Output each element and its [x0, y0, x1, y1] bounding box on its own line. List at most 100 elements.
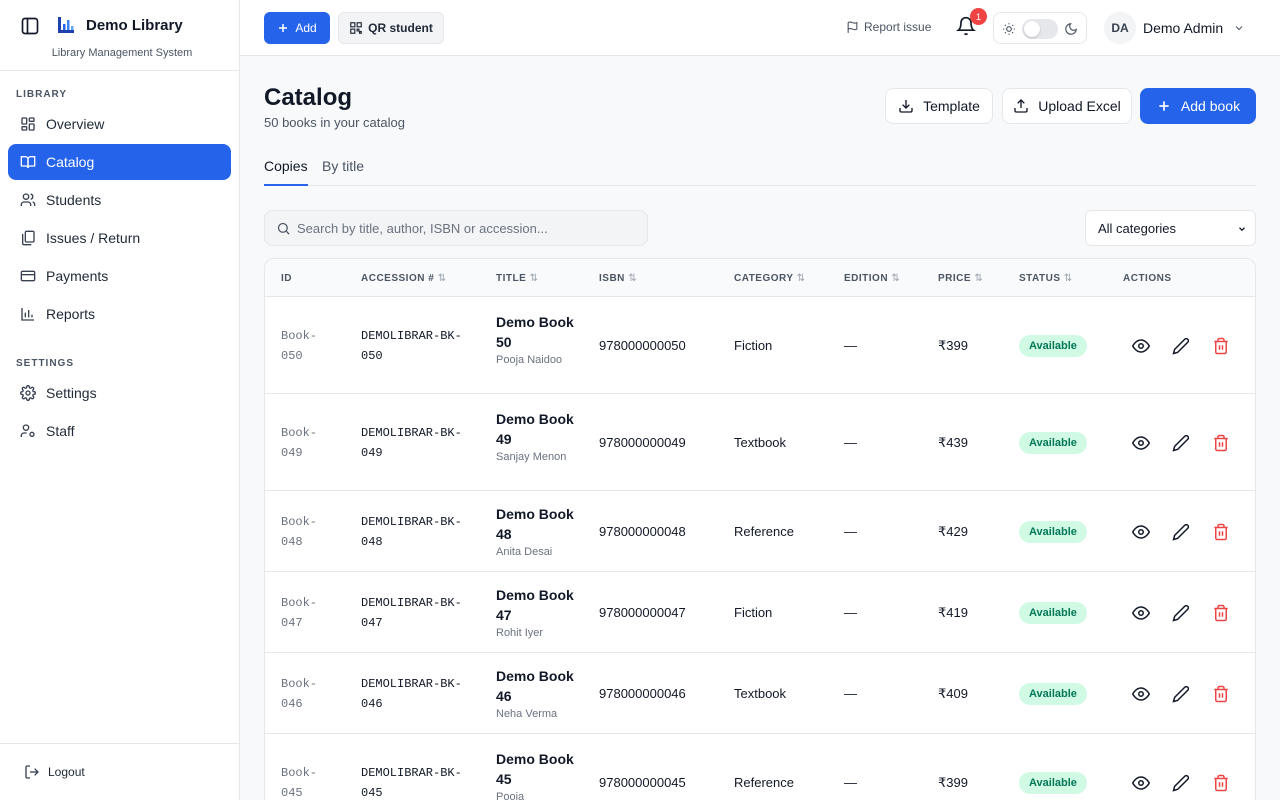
- tab-by-title[interactable]: By title: [322, 158, 364, 186]
- column-header-accession[interactable]: ACCESSION # ⇅: [361, 273, 446, 284]
- sidebar-item-issues-return[interactable]: Issues / Return: [8, 220, 231, 256]
- upload-icon: [1013, 98, 1038, 114]
- book-author: Anita Desai: [496, 546, 553, 558]
- qr-student-label: QR student: [368, 21, 433, 35]
- logout-button[interactable]: Logout: [0, 743, 239, 800]
- book-title[interactable]: Demo Book 48: [496, 504, 586, 544]
- edit-icon[interactable]: [1172, 774, 1190, 792]
- column-header-edition[interactable]: EDITION ⇅: [844, 273, 900, 284]
- book-title[interactable]: Demo Book 45: [496, 749, 586, 789]
- user-name[interactable]: Demo Admin: [1143, 20, 1223, 36]
- delete-icon[interactable]: [1212, 685, 1230, 703]
- book-title-cell: Demo Book 50 Pooja Naidoo: [496, 312, 586, 368]
- add-label: Add: [295, 21, 317, 35]
- chevron-down-icon[interactable]: [1233, 22, 1245, 34]
- table-row: Book-047 DEMOLIBRAR-BK-047 Demo Book 47 Roh…: [265, 572, 1255, 653]
- qr-code-icon: [349, 21, 368, 35]
- column-header-id: ID: [281, 273, 292, 284]
- delete-icon[interactable]: [1212, 774, 1230, 792]
- delete-icon[interactable]: [1212, 434, 1230, 452]
- sidebar-brand: Demo Library Library Management System: [0, 0, 239, 71]
- edit-icon[interactable]: [1172, 434, 1190, 452]
- edit-icon[interactable]: [1172, 685, 1190, 703]
- status-badge: Available: [1019, 521, 1087, 543]
- theme-switch[interactable]: [1022, 19, 1058, 39]
- book-id: Book-048: [281, 515, 318, 549]
- sidebar-toggle-icon[interactable]: [20, 16, 40, 36]
- delete-icon[interactable]: [1212, 604, 1230, 622]
- page-subtitle: 50 books in your catalog: [264, 115, 405, 130]
- sidebar-item-settings[interactable]: Settings: [8, 375, 231, 411]
- sun-icon: [1002, 22, 1016, 36]
- logout-label: Logout: [48, 765, 85, 779]
- view-icon[interactable]: [1132, 523, 1150, 541]
- sidebar-item-staff[interactable]: Staff: [8, 413, 231, 449]
- edit-icon[interactable]: [1172, 523, 1190, 541]
- book-title[interactable]: Demo Book 49: [496, 409, 586, 449]
- upload-excel-button[interactable]: Upload Excel: [1002, 88, 1132, 124]
- credit-card-icon: [20, 268, 46, 284]
- search-input[interactable]: [297, 212, 637, 244]
- avatar[interactable]: DA: [1104, 12, 1136, 44]
- plus-icon: [277, 22, 295, 34]
- library-logo-icon: [56, 15, 76, 35]
- category: Fiction: [734, 605, 773, 620]
- category: Fiction: [734, 338, 773, 353]
- view-icon[interactable]: [1132, 685, 1150, 703]
- view-icon[interactable]: [1132, 604, 1150, 622]
- edition: —: [844, 686, 857, 701]
- book-author: Pooja Naidoo: [496, 354, 563, 366]
- category: Reference: [734, 775, 794, 790]
- table-row: Book-050 DEMOLIBRAR-BK-050 Demo Book 50 Poo…: [265, 297, 1255, 394]
- sidebar-item-reports[interactable]: Reports: [8, 296, 231, 332]
- category: Textbook: [734, 435, 787, 450]
- table-row: Book-046 DEMOLIBRAR-BK-046 Demo Book 46 Neh…: [265, 653, 1255, 734]
- download-icon: [898, 98, 923, 114]
- edit-icon[interactable]: [1172, 337, 1190, 355]
- sidebar-item-catalog[interactable]: Catalog: [8, 144, 231, 180]
- isbn: 978000000049: [599, 435, 686, 450]
- view-icon[interactable]: [1132, 434, 1150, 452]
- sidebar-item-students[interactable]: Students: [8, 182, 231, 218]
- template-button[interactable]: Template: [885, 88, 993, 124]
- column-header-status[interactable]: STATUS ⇅: [1019, 273, 1073, 284]
- book-title[interactable]: Demo Book 46: [496, 666, 586, 706]
- delete-icon[interactable]: [1212, 523, 1230, 541]
- table-row: Book-045 DEMOLIBRAR-BK-045 Demo Book 45 Poo…: [265, 734, 1255, 800]
- edition: —: [844, 605, 857, 620]
- search-box: [264, 210, 648, 246]
- qr-student-button[interactable]: QR student: [338, 12, 444, 44]
- column-header-price[interactable]: PRICE ⇅: [938, 273, 983, 284]
- edit-icon[interactable]: [1172, 604, 1190, 622]
- book-title-cell: Demo Book 47 Rohit Iyer: [496, 585, 586, 641]
- book-title[interactable]: Demo Book 47: [496, 585, 586, 625]
- category-select[interactable]: All categories: [1085, 210, 1256, 246]
- book-author: Sanjay Menon: [496, 451, 567, 463]
- price: ₹439: [938, 435, 968, 450]
- sort-icon: ⇅: [1063, 273, 1073, 284]
- gear-icon: [20, 385, 46, 401]
- table-header: ID ACCESSION # ⇅ TITLE ⇅ ISBN ⇅ CATEGORY…: [265, 259, 1255, 297]
- add-button[interactable]: Add: [264, 12, 330, 44]
- column-header-category[interactable]: CATEGORY ⇅: [734, 273, 806, 284]
- book-id: Book-050: [281, 329, 318, 363]
- tab-copies[interactable]: Copies: [264, 158, 308, 186]
- add-book-button[interactable]: Add book: [1140, 88, 1256, 124]
- column-header-title[interactable]: TITLE ⇅: [496, 273, 538, 284]
- status-badge: Available: [1019, 602, 1087, 624]
- view-icon[interactable]: [1132, 337, 1150, 355]
- delete-icon[interactable]: [1212, 337, 1230, 355]
- edition: —: [844, 435, 857, 450]
- sidebar-item-overview[interactable]: Overview: [8, 106, 231, 142]
- logout-icon: [24, 764, 48, 780]
- book-title[interactable]: Demo Book 50: [496, 312, 586, 352]
- upload-excel-label: Upload Excel: [1038, 98, 1121, 114]
- report-issue-link[interactable]: Report issue: [846, 20, 931, 34]
- theme-toggle[interactable]: [993, 12, 1087, 44]
- column-header-isbn[interactable]: ISBN ⇅: [599, 273, 637, 284]
- sort-icon: ⇅: [529, 273, 539, 284]
- sidebar-item-payments[interactable]: Payments: [8, 258, 231, 294]
- grid-icon: [20, 116, 46, 132]
- price: ₹409: [938, 686, 968, 701]
- view-icon[interactable]: [1132, 774, 1150, 792]
